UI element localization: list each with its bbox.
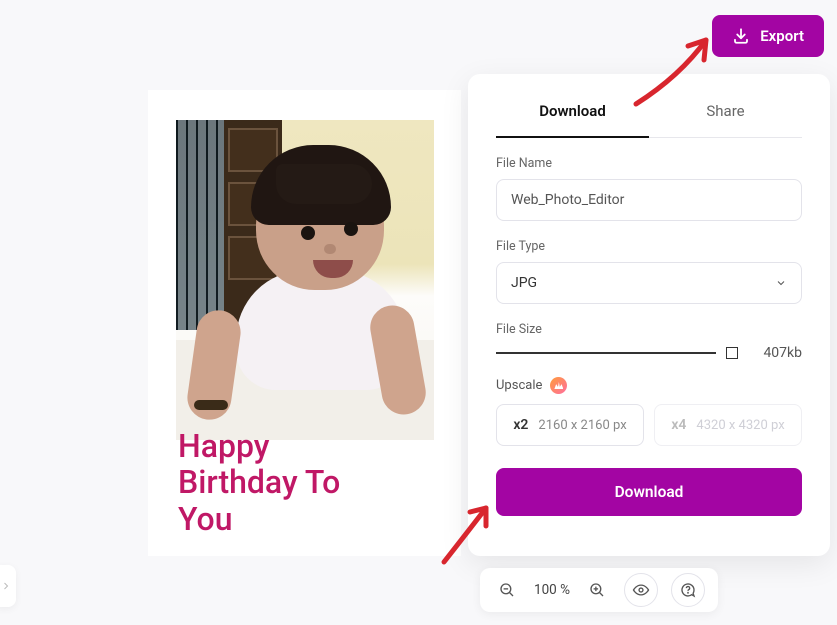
slider-handle[interactable] <box>726 347 738 359</box>
file-type-label: File Type <box>496 239 802 254</box>
upscale-option-x4[interactable]: x4 4320 x 4320 px <box>654 404 802 446</box>
zoom-out-button[interactable] <box>493 576 521 604</box>
greeting-text[interactable]: Happy Birthday To You <box>178 428 340 538</box>
file-type-select[interactable]: JPG <box>496 262 802 304</box>
export-label: Export <box>760 27 804 45</box>
file-size-slider[interactable] <box>496 352 716 354</box>
file-size-value: 407kb <box>750 345 802 361</box>
canvas-image <box>176 120 434 440</box>
zoom-value[interactable]: 100 % <box>534 582 570 598</box>
file-type-value: JPG <box>511 275 537 291</box>
chevron-down-icon <box>775 277 787 289</box>
export-panel: Download Share File Name File Type JPG F… <box>468 74 830 556</box>
premium-icon <box>550 377 567 394</box>
canvas-artboard[interactable]: Happy Birthday To You <box>148 90 461 556</box>
upscale-option-x2[interactable]: x2 2160 x 2160 px <box>496 404 644 446</box>
zoom-in-button[interactable] <box>583 576 611 604</box>
file-name-input[interactable] <box>496 179 802 221</box>
zoom-toolbar: 100 % <box>480 568 718 612</box>
zoom-in-icon <box>588 581 606 599</box>
expand-sidebar-tab[interactable] <box>0 565 16 607</box>
download-button[interactable]: Download <box>496 468 802 516</box>
help-button[interactable] <box>671 573 705 607</box>
preview-button[interactable] <box>624 573 658 607</box>
file-name-label: File Name <box>496 156 802 171</box>
chevron-right-icon <box>0 580 12 592</box>
eye-icon <box>632 581 650 599</box>
tab-download[interactable]: Download <box>496 88 649 138</box>
upscale-label: Upscale <box>496 378 542 393</box>
download-icon <box>732 27 750 45</box>
tab-share[interactable]: Share <box>649 88 802 137</box>
help-icon <box>679 581 697 599</box>
zoom-out-icon <box>498 581 516 599</box>
tabs: Download Share <box>496 88 802 138</box>
file-size-label: File Size <box>496 322 802 337</box>
export-button[interactable]: Export <box>712 15 824 57</box>
